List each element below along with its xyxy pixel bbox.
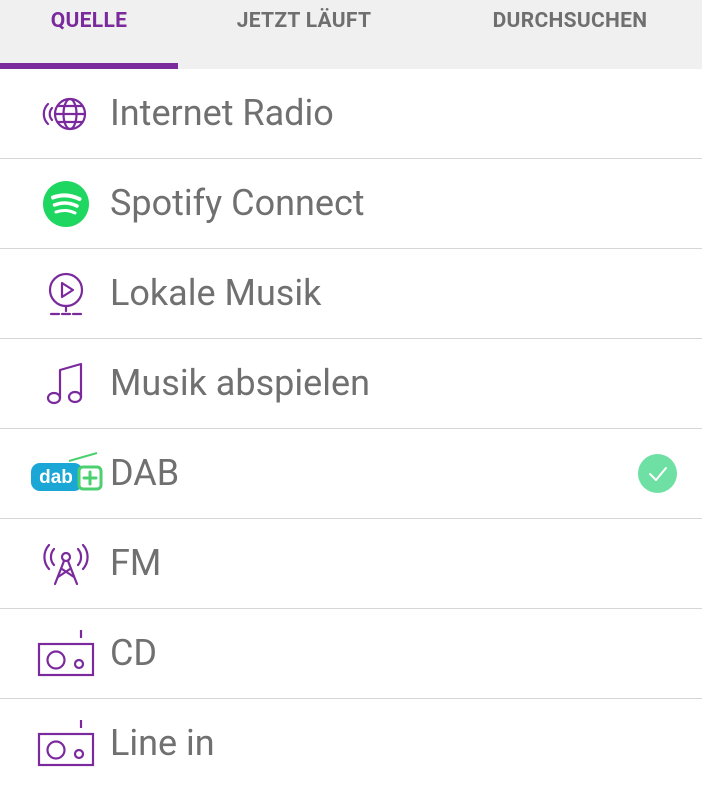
- source-label-lokale-musik: Lokale Musik: [110, 272, 322, 314]
- music-note-icon: [24, 339, 108, 428]
- selected-check-icon: [638, 454, 677, 493]
- source-label-fm: FM: [110, 542, 162, 584]
- source-item-line-in[interactable]: Line in: [0, 699, 702, 788]
- internet-radio-icon: [24, 69, 108, 158]
- source-label-musik-abspielen: Musik abspielen: [110, 362, 370, 404]
- source-label-dab: DAB: [110, 452, 180, 494]
- source-item-internet-radio[interactable]: Internet Radio: [0, 69, 702, 159]
- source-label-line-in: Line in: [110, 722, 215, 764]
- tab-quelle[interactable]: QUELLE: [0, 0, 178, 69]
- tab-durchsuchen[interactable]: DURCHSUCHEN: [468, 0, 672, 69]
- dab-plus-icon: dab: [24, 429, 108, 518]
- source-item-fm[interactable]: FM: [0, 519, 702, 609]
- fm-antenna-icon: [24, 519, 108, 608]
- source-label-cd: CD: [110, 632, 158, 674]
- source-item-musik-abspielen[interactable]: Musik abspielen: [0, 339, 702, 429]
- source-item-spotify-connect[interactable]: Spotify Connect: [0, 159, 702, 249]
- local-music-icon: [24, 249, 108, 338]
- source-list: Internet Radio Spotify Connect Lokale Mu…: [0, 69, 702, 788]
- dab-logo-text: dab: [39, 467, 73, 488]
- radio-device-icon: [24, 609, 108, 698]
- source-item-cd[interactable]: CD: [0, 609, 702, 699]
- source-item-lokale-musik[interactable]: Lokale Musik: [0, 249, 702, 339]
- tab-jetzt-laeuft[interactable]: JETZT LÄUFT: [210, 0, 398, 69]
- spotify-icon: [24, 159, 108, 248]
- source-label-internet-radio: Internet Radio: [110, 92, 334, 134]
- tab-bar: QUELLE JETZT LÄUFT DURCHSUCHEN: [0, 0, 702, 69]
- source-label-spotify-connect: Spotify Connect: [110, 182, 365, 224]
- source-item-dab[interactable]: dab DAB: [0, 429, 702, 519]
- radio-device-icon: [24, 699, 108, 788]
